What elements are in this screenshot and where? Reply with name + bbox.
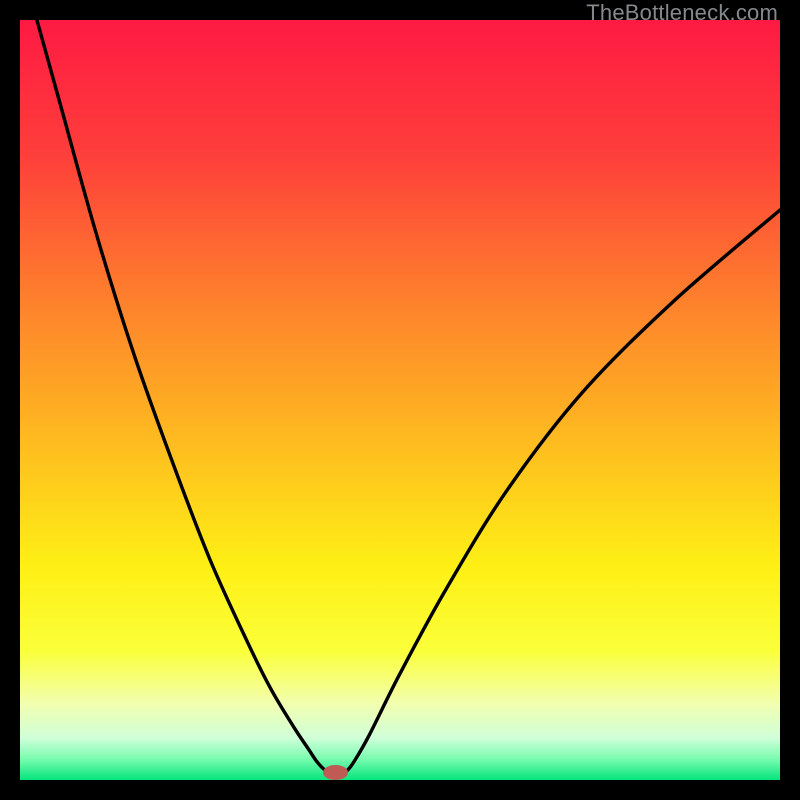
watermark-text: TheBottleneck.com — [586, 0, 778, 26]
plot-area — [20, 20, 780, 780]
bottleneck-curve — [20, 20, 780, 780]
optimal-point-marker — [323, 765, 347, 780]
chart-frame: TheBottleneck.com — [0, 0, 800, 800]
